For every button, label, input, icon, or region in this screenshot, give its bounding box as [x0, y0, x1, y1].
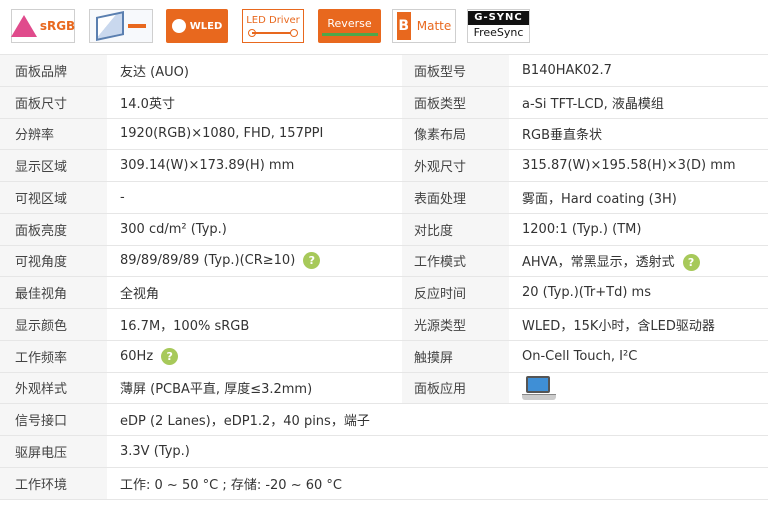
spec-label: 最佳视角	[0, 276, 107, 309]
table-row: 可视角度 89/89/89/89 (Typ.)(CR≥10)? 工作模式 AHV…	[0, 245, 768, 278]
spec-table: 面板品牌 友达 (AUO) 面板型号 B140HAK02.7 面板尺寸 14.0…	[0, 54, 768, 500]
spec-label: 信号接口	[0, 403, 107, 436]
matte-label: Matte	[416, 19, 452, 33]
table-row: 面板尺寸 14.0英寸 面板类型 a-Si TFT-LCD, 液晶模组	[0, 86, 768, 119]
spec-label: 可视区域	[0, 181, 107, 214]
spec-label: 表面处理	[402, 181, 509, 214]
gsync-badge: G-SYNC FreeSync	[467, 9, 530, 43]
srgb-badge: sRGB	[10, 9, 76, 43]
table-row: 最佳视角 全视角 反应时间 20 (Typ.)(Tr+Td) ms	[0, 276, 768, 309]
spec-value: 300 cd/m² (Typ.)	[107, 213, 402, 246]
spec-label: 面板型号	[402, 54, 509, 87]
spec-value: B140HAK02.7	[509, 54, 768, 87]
gsync-label: G-SYNC	[468, 11, 529, 25]
led-driver-label: LED Driver	[246, 15, 300, 26]
table-row: 可视区域 - 表面处理 雾面，Hard coating (3H)	[0, 181, 768, 214]
spec-value: a-Si TFT-LCD, 液晶模组	[509, 86, 768, 119]
screen-badge	[89, 9, 153, 43]
spec-label: 面板尺寸	[0, 86, 107, 119]
spec-value: AHVA，常黑显示，透射式	[522, 254, 675, 270]
spec-value-with-help: AHVA，常黑显示，透射式?	[509, 245, 768, 278]
laptop-icon	[522, 375, 556, 400]
spec-label: 面板品牌	[0, 54, 107, 87]
spec-label: 工作模式	[402, 245, 509, 278]
spec-label: 像素布局	[402, 118, 509, 151]
spec-label: 反应时间	[402, 276, 509, 309]
table-row: 驱屏电压 3.3V (Typ.)	[0, 435, 768, 468]
spec-value: RGB垂直条状	[509, 118, 768, 151]
help-icon[interactable]: ?	[303, 252, 321, 270]
arrow-icon	[128, 24, 146, 28]
table-row: 面板品牌 友达 (AUO) 面板型号 B140HAK02.7	[0, 54, 768, 87]
spec-label: 面板应用	[402, 372, 509, 405]
spec-label: 面板亮度	[0, 213, 107, 246]
spec-label: 分辨率	[0, 118, 107, 151]
spec-value: 工作: 0 ~ 50 °C ; 存储: -20 ~ 60 °C	[107, 467, 768, 500]
table-row: 面板亮度 300 cd/m² (Typ.) 对比度 1200:1 (Typ.) …	[0, 213, 768, 246]
spec-value: 60Hz	[120, 348, 154, 364]
help-icon[interactable]: ?	[682, 253, 700, 271]
spec-label: 工作频率	[0, 340, 107, 373]
spec-value-laptop	[509, 372, 768, 405]
spec-label: 工作环境	[0, 467, 107, 500]
spec-value: 友达 (AUO)	[107, 54, 402, 87]
spec-label: 显示区域	[0, 149, 107, 182]
spec-label: 显示颜色	[0, 308, 107, 341]
wled-badge: WLED	[166, 9, 228, 43]
spec-value: 薄屏 (PCBA平直, 厚度≤3.2mm)	[107, 372, 402, 405]
spec-value: -	[107, 181, 402, 214]
matte-badge: B Matte	[392, 9, 456, 43]
table-row: 外观样式 薄屏 (PCBA平直, 厚度≤3.2mm) 面板应用	[0, 372, 768, 405]
reverse-badge: Reverse	[318, 9, 381, 43]
spec-value: 20 (Typ.)(Tr+Td) ms	[509, 276, 768, 309]
spec-value: WLED，15K小时，含LED驱动器	[509, 308, 768, 341]
freesync-label: FreeSync	[473, 26, 524, 39]
spec-value: On-Cell Touch, I²C	[509, 340, 768, 373]
spec-value: 全视角	[107, 276, 402, 309]
spec-value: 1200:1 (Typ.) (TM)	[509, 213, 768, 246]
bulb-icon	[171, 19, 186, 33]
spec-label: 对比度	[402, 213, 509, 246]
spec-label: 光源类型	[402, 308, 509, 341]
table-row: 显示区域 309.14(W)×173.89(H) mm 外观尺寸 315.87(…	[0, 149, 768, 182]
table-row: 分辨率 1920(RGB)×1080, FHD, 157PPI 像素布局 RGB…	[0, 118, 768, 151]
driver-wire-icon	[248, 29, 298, 37]
wled-label: WLED	[189, 20, 223, 32]
table-row: 显示颜色 16.7M，100% sRGB 光源类型 WLED，15K小时，含LE…	[0, 308, 768, 341]
feature-badges: sRGB WLED LED Driver Reverse B Matte G-S…	[0, 0, 768, 52]
spec-label: 外观样式	[0, 372, 107, 405]
spec-label: 外观尺寸	[402, 149, 509, 182]
spec-label: 触摸屏	[402, 340, 509, 373]
spec-value: eDP (2 Lanes)，eDP1.2，40 pins，端子	[107, 403, 768, 436]
spec-value: 14.0英寸	[107, 86, 402, 119]
help-icon[interactable]: ?	[161, 347, 179, 365]
spec-value: 16.7M，100% sRGB	[107, 308, 402, 341]
table-row: 工作频率 60Hz? 触摸屏 On-Cell Touch, I²C	[0, 340, 768, 373]
table-row: 信号接口 eDP (2 Lanes)，eDP1.2，40 pins，端子	[0, 403, 768, 436]
srgb-label: sRGB	[39, 19, 76, 33]
spec-value: 3.3V (Typ.)	[107, 435, 768, 468]
color-gamut-icon	[10, 15, 37, 37]
spec-label: 面板类型	[402, 86, 509, 119]
screen-icon	[96, 11, 124, 41]
spec-value: 309.14(W)×173.89(H) mm	[107, 149, 402, 182]
spec-value-with-help: 89/89/89/89 (Typ.)(CR≥10)?	[107, 245, 402, 278]
table-row: 工作环境 工作: 0 ~ 50 °C ; 存储: -20 ~ 60 °C	[0, 467, 768, 500]
spec-label: 可视角度	[0, 245, 107, 278]
spec-value: 89/89/89/89 (Typ.)(CR≥10)	[120, 253, 296, 269]
led-driver-badge: LED Driver	[242, 9, 304, 43]
reverse-label: Reverse	[327, 16, 372, 30]
reverse-bar-icon	[321, 32, 378, 36]
matte-letter: B	[396, 12, 411, 40]
spec-value: 雾面，Hard coating (3H)	[509, 181, 768, 214]
spec-value-with-help: 60Hz?	[107, 340, 402, 373]
spec-value: 1920(RGB)×1080, FHD, 157PPI	[107, 118, 402, 151]
spec-value: 315.87(W)×195.58(H)×3(D) mm	[509, 149, 768, 182]
spec-label: 驱屏电压	[0, 435, 107, 468]
